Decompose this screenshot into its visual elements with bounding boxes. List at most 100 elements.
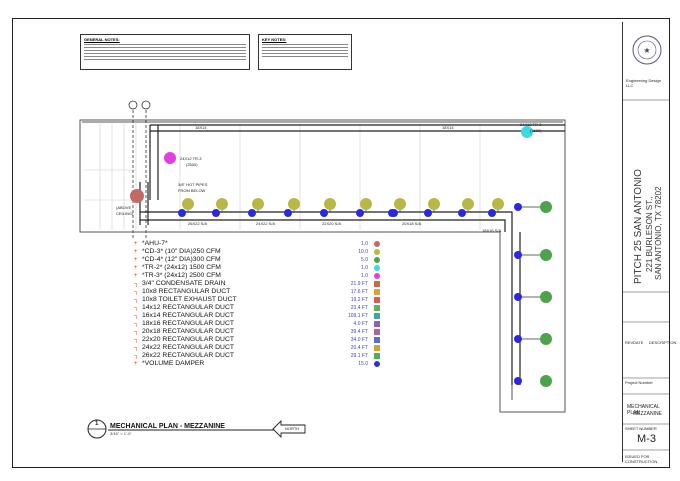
volume-damper-icon	[514, 251, 522, 259]
supply-duct-label: 22X20 S/A	[322, 221, 342, 226]
legend-label: 16x14 RECTANGULAR DUCT	[142, 312, 235, 319]
supply-duct-label: 24X22 S/A	[256, 221, 276, 226]
ceiling-diffuser-cd3	[216, 198, 228, 210]
hot-pipes-note: FROM BELOW	[178, 188, 206, 193]
legend-swatch	[374, 353, 380, 359]
legend-swatch	[374, 249, 380, 255]
legend-label: 26x22 RECTANGULAR DUCT	[142, 352, 235, 359]
ceiling-diffuser-cd4	[540, 249, 552, 261]
detail-number: 1	[95, 421, 99, 427]
legend-quantity: 15.0	[358, 361, 368, 367]
legend-label: 10x8 RECTANGULAR DUCT	[142, 288, 231, 295]
legend-row: ┐ 16x14 RECTANGULAR DUCT 109.1 FT	[134, 312, 382, 320]
legend-label: *CD-3* (10" DIA)250 CFM	[142, 248, 221, 255]
legend-label: *TR-2* (24x12) 1500 CFM	[142, 264, 221, 271]
legend-swatch	[374, 273, 380, 279]
legend-quantity: 109.1 FT	[347, 313, 368, 319]
legend-swatch	[374, 329, 380, 335]
volume-damper-icon	[514, 203, 522, 211]
project-number-label: Project Number	[625, 380, 653, 385]
volume-damper-icon	[320, 209, 328, 217]
legend-quantity: 19.2 FT	[350, 297, 368, 303]
ceiling-diffuser-cd3	[462, 198, 474, 210]
ceiling-diffuser-cd3	[394, 198, 406, 210]
duct-size-label: 18X14	[442, 125, 454, 130]
volume-damper-icon	[212, 209, 220, 217]
legend-label: *TR-3* (24x12) 2500 CFM	[142, 272, 221, 279]
legend-quantity: 39.4 FT	[350, 329, 368, 335]
legend-quantity: 21.9 FT	[350, 281, 368, 287]
legend-quantity: 34.0 FT	[350, 337, 368, 343]
legend-marker-icon: ┐	[134, 297, 139, 303]
legend-label: *VOLUME DAMPER	[142, 360, 205, 367]
legend-row: ┐ 24x22 RECTANGULAR DUCT 20.4 FT	[134, 344, 382, 352]
legend-swatch	[374, 337, 380, 343]
issue-status: ISSUED FOR CONSTRUCTION	[625, 454, 658, 464]
tr2-cfm: (1500)	[530, 128, 542, 133]
legend-row: + *CD-4* (12" DIA)300 CFM 5.0	[134, 256, 382, 264]
legend-swatch	[374, 313, 380, 319]
supply-duct-label: 20X18 S/A	[402, 221, 422, 226]
legend-row: ┐ 10x8 RECTANGULAR DUCT 17.6 FT	[134, 288, 382, 296]
volume-damper-icon	[424, 209, 432, 217]
legend-quantity: 4.0 FT	[353, 321, 368, 327]
legend-swatch	[374, 345, 380, 351]
duct-size-label: 18X14	[195, 125, 207, 130]
legend-marker-icon: ┐	[134, 353, 139, 359]
legend-row: ┐ 20x18 RECTANGULAR DUCT 39.4 FT	[134, 328, 382, 336]
supply-duct-label: 26X22 S/A	[188, 221, 208, 226]
legend-marker-icon: ┐	[134, 345, 139, 351]
volume-damper-icon	[488, 209, 496, 217]
ahu-note: CEILING)	[116, 211, 134, 216]
volume-damper-icon	[284, 209, 292, 217]
tr2-label: 24X12 TR-2	[520, 122, 542, 127]
north-label: NORTH	[285, 426, 300, 431]
legend-label: 20x18 RECTANGULAR DUCT	[142, 328, 235, 335]
tr3-cfm: (2500)	[186, 162, 198, 167]
sheet-number-label: SHEET NUMBER	[625, 426, 657, 431]
legend-swatch	[374, 321, 380, 327]
supply-duct-label: 18X16 S/A	[482, 228, 502, 233]
legend-marker-icon: ┐	[134, 313, 139, 319]
legend-row: + *VOLUME DAMPER 15.0	[134, 360, 382, 368]
ahu-note: (ABOVE	[116, 205, 132, 210]
legend-swatch	[374, 257, 380, 263]
legend-label: 3/4" CONDENSATE DRAIN	[142, 280, 226, 287]
legend-label: 24x22 RECTANGULAR DUCT	[142, 344, 235, 351]
legend-marker-icon: +	[134, 273, 138, 279]
legend-quantity: 1.0	[361, 241, 368, 247]
ceiling-diffuser-cd3	[492, 198, 504, 210]
ceiling-diffuser-cd3	[252, 198, 264, 210]
legend-marker-icon: ┐	[134, 281, 139, 287]
volume-damper-icon	[178, 209, 186, 217]
legend-quantity: 10.0	[358, 249, 368, 255]
legend-label: 10x8 TOILET EXHAUST DUCT	[142, 296, 237, 303]
legend-quantity: 23.4 FT	[350, 305, 368, 311]
legend-label: 14x12 RECTANGULAR DUCT	[142, 304, 235, 311]
ceiling-diffuser-cd4	[540, 201, 552, 213]
volume-damper-icon	[514, 335, 522, 343]
legend-quantity: 1.0	[361, 273, 368, 279]
legend-marker-icon: ┐	[134, 337, 139, 343]
legend-label: 18x16 RECTANGULAR DUCT	[142, 320, 235, 327]
legend-row: ┐ 10x8 TOILET EXHAUST DUCT 19.2 FT	[134, 296, 382, 304]
legend-row: ┐ 18x16 RECTANGULAR DUCT 4.0 FT	[134, 320, 382, 328]
legend-label: *AHU-7*	[142, 240, 168, 247]
ceiling-diffuser-cd3	[428, 198, 440, 210]
legend-label: *CD-4* (12" DIA)300 CFM	[142, 256, 221, 263]
equipment-legend: + *AHU-7* 1.0 + *CD-3* (10" DIA)250 CFM 10.0 +…	[134, 240, 382, 368]
title-block: ★ Engineering Design LLC PITCH 25 SAN AN…	[622, 22, 676, 464]
ceiling-diffuser-cd3	[360, 198, 372, 210]
legend-swatch	[374, 289, 380, 295]
legend-marker-icon: ┐	[134, 289, 139, 295]
legend-swatch	[374, 297, 380, 303]
legend-row: + *TR-2* (24x12) 1500 CFM 1.0	[134, 264, 382, 272]
legend-label: 22x20 RECTANGULAR DUCT	[142, 336, 235, 343]
hot-pipes-note: 3/8" HOT PIPES	[178, 182, 208, 187]
legend-marker-icon: +	[134, 249, 138, 255]
legend-row: + *AHU-7* 1.0	[134, 240, 382, 248]
legend-row: ┐ 3/4" CONDENSATE DRAIN 21.9 FT	[134, 280, 382, 288]
volume-damper-icon	[388, 209, 396, 217]
legend-swatch	[374, 241, 380, 247]
legend-row: ┐ 26x22 RECTANGULAR DUCT 29.1 FT	[134, 352, 382, 360]
